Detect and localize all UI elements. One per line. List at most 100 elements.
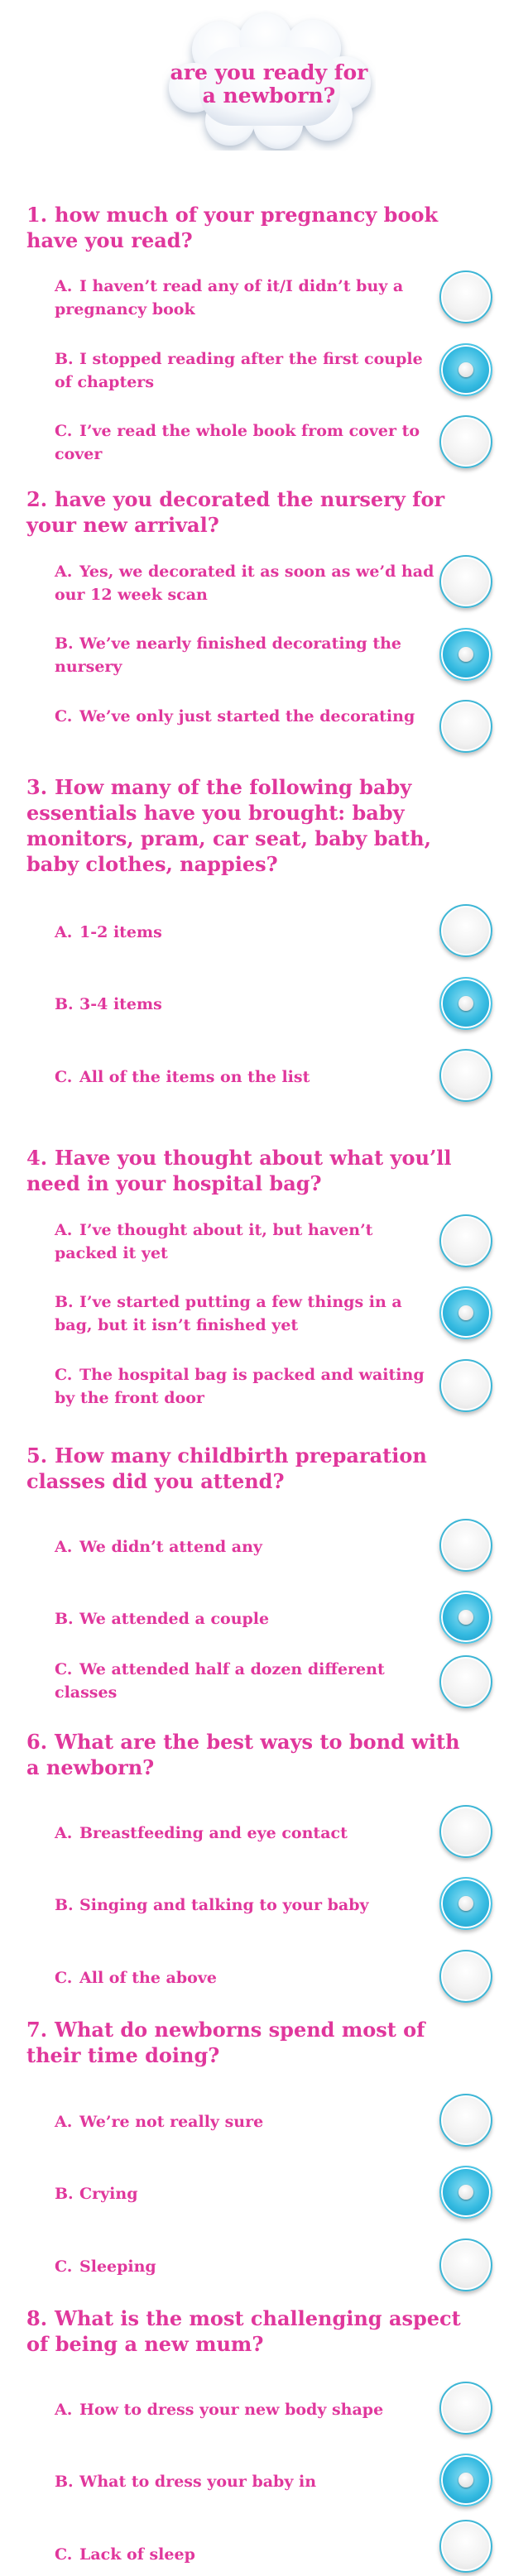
option-2c[interactable]: C. We’ve only just started the decorating bbox=[55, 705, 435, 728]
radio-button-7a[interactable] bbox=[439, 2094, 492, 2147]
option-text: I’ve read the whole book from cover to c… bbox=[55, 422, 420, 463]
question-8: 8. What is the most challenging aspect of… bbox=[26, 2305, 473, 2357]
radio-button-8b[interactable] bbox=[439, 2454, 492, 2507]
option-2b[interactable]: B. We’ve nearly finished decorating the n… bbox=[55, 632, 435, 678]
radio-button-3b[interactable] bbox=[439, 977, 492, 1030]
option-letter: B. bbox=[55, 2473, 74, 2491]
option-text: Breastfeeding and eye contact bbox=[79, 1824, 348, 1842]
option-5a[interactable]: A. We didn’t attend any bbox=[55, 1535, 435, 1559]
option-1a[interactable]: A. I haven’t read any of it/I didn’t buy … bbox=[55, 275, 435, 321]
option-letter: C. bbox=[55, 1068, 73, 1086]
option-text: I haven’t read any of it/I didn’t buy a … bbox=[55, 277, 404, 318]
question-number: 6. bbox=[26, 1730, 48, 1754]
option-3a[interactable]: A. 1-2 items bbox=[55, 921, 435, 944]
option-8c[interactable]: C. Lack of sleep bbox=[55, 2543, 435, 2566]
question-number: 7. bbox=[26, 2018, 48, 2042]
question-number: 2. bbox=[26, 487, 48, 511]
question-text: What do newborns spend most of their tim… bbox=[26, 2018, 425, 2067]
option-letter: B. bbox=[55, 634, 74, 653]
option-8b[interactable]: B. What to dress your baby in bbox=[55, 2470, 435, 2493]
radio-button-1a[interactable] bbox=[439, 271, 492, 323]
radio-button-4b[interactable] bbox=[439, 1286, 492, 1339]
option-text: We attended a couple bbox=[79, 1610, 270, 1628]
option-text: What to dress your baby in bbox=[79, 2473, 317, 2491]
option-text: Crying bbox=[79, 2185, 138, 2203]
option-letter: C. bbox=[55, 1969, 73, 1987]
option-letter: A. bbox=[55, 277, 73, 295]
question-number: 5. bbox=[26, 1444, 48, 1468]
question-text: How many of the following baby essential… bbox=[26, 775, 431, 876]
option-letter: B. bbox=[55, 350, 74, 368]
question-number: 3. bbox=[26, 775, 48, 799]
option-text: All of the items on the list bbox=[79, 1068, 310, 1086]
radio-button-6c[interactable] bbox=[439, 1950, 492, 2003]
option-3b[interactable]: B. 3-4 items bbox=[55, 993, 435, 1016]
title-cloud: are you ready for a newborn? bbox=[162, 10, 376, 151]
option-letter: A. bbox=[55, 563, 73, 581]
radio-button-7c[interactable] bbox=[439, 2238, 492, 2291]
radio-button-3a[interactable] bbox=[439, 904, 492, 957]
radio-button-4c[interactable] bbox=[439, 1359, 492, 1412]
option-8a[interactable]: A. How to dress your new body shape bbox=[55, 2398, 435, 2421]
option-1b[interactable]: B. I stopped reading after the first coup… bbox=[55, 347, 435, 394]
radio-button-7b[interactable] bbox=[439, 2166, 492, 2219]
radio-button-8c[interactable] bbox=[439, 2520, 492, 2573]
option-5c[interactable]: C. We attended half a dozen different cla… bbox=[55, 1658, 435, 1704]
option-1c[interactable]: C. I’ve read the whole book from cover to… bbox=[55, 419, 435, 466]
option-2a[interactable]: A. Yes, we decorated it as soon as we’d h… bbox=[55, 560, 435, 606]
option-3c[interactable]: C. All of the items on the list bbox=[55, 1065, 435, 1089]
question-text: How many childbirth preparation classes … bbox=[26, 1444, 427, 1493]
question-2: 2. have you decorated the nursery for you… bbox=[26, 486, 473, 538]
option-6b[interactable]: B. Singing and talking to your baby bbox=[55, 1894, 435, 1917]
question-text: have you decorated the nursery for your … bbox=[26, 487, 445, 537]
option-6a[interactable]: A. Breastfeeding and eye contact bbox=[55, 1822, 435, 1845]
option-letter: C. bbox=[55, 707, 73, 725]
option-text: We’re not really sure bbox=[79, 2113, 264, 2131]
option-text: 3-4 items bbox=[79, 995, 162, 1013]
radio-button-6a[interactable] bbox=[439, 1805, 492, 1858]
option-letter: C. bbox=[55, 2545, 73, 2564]
question-1: 1. how much of your pregnancy book have y… bbox=[26, 202, 473, 253]
option-letter: A. bbox=[55, 2113, 73, 2131]
question-text: What is the most challenging aspect of b… bbox=[26, 2306, 461, 2356]
question-text: Have you thought about what you’ll need … bbox=[26, 1146, 452, 1195]
option-letter: C. bbox=[55, 1660, 73, 1678]
radio-button-3c[interactable] bbox=[439, 1049, 492, 1102]
question-number: 8. bbox=[26, 2306, 48, 2330]
option-7a[interactable]: A. We’re not really sure bbox=[55, 2110, 435, 2133]
option-letter: B. bbox=[55, 995, 74, 1013]
radio-button-2b[interactable] bbox=[439, 628, 492, 681]
option-letter: B. bbox=[55, 2185, 74, 2203]
question-6: 6. What are the best ways to bond with a … bbox=[26, 1729, 473, 1780]
option-7b[interactable]: B. Crying bbox=[55, 2182, 435, 2205]
radio-button-5a[interactable] bbox=[439, 1519, 492, 1572]
question-4: 4. Have you thought about what you’ll nee… bbox=[26, 1145, 473, 1196]
question-text: how much of your pregnancy book have you… bbox=[26, 203, 439, 252]
radio-button-2c[interactable] bbox=[439, 700, 492, 753]
radio-button-5b[interactable] bbox=[439, 1591, 492, 1644]
radio-button-8a[interactable] bbox=[439, 2382, 492, 2435]
option-text: Lack of sleep bbox=[79, 2545, 195, 2564]
option-4c[interactable]: C. The hospital bag is packed and waiting… bbox=[55, 1363, 435, 1410]
question-number: 1. bbox=[26, 203, 48, 227]
option-7c[interactable]: C. Sleeping bbox=[55, 2255, 435, 2278]
option-letter: A. bbox=[55, 1538, 73, 1556]
option-letter: A. bbox=[55, 2401, 73, 2419]
option-text: All of the above bbox=[79, 1969, 217, 1987]
radio-button-5c[interactable] bbox=[439, 1655, 492, 1708]
page-title: are you ready for a newborn? bbox=[170, 60, 368, 108]
option-text: Singing and talking to your baby bbox=[79, 1896, 369, 1914]
radio-button-6b[interactable] bbox=[439, 1877, 492, 1930]
option-5b[interactable]: B. We attended a couple bbox=[55, 1607, 435, 1630]
option-4a[interactable]: A. I’ve thought about it, but haven’t pac… bbox=[55, 1219, 435, 1265]
option-text: How to dress your new body shape bbox=[79, 2401, 384, 2419]
option-6c[interactable]: C. All of the above bbox=[55, 1966, 435, 1989]
option-text: We’ve only just started the decorating bbox=[79, 707, 415, 725]
option-letter: A. bbox=[55, 1221, 73, 1239]
radio-button-4a[interactable] bbox=[439, 1214, 492, 1267]
radio-button-2a[interactable] bbox=[439, 555, 492, 608]
option-4b[interactable]: B. I’ve started putting a few things in a… bbox=[55, 1290, 435, 1337]
question-5: 5. How many childbirth preparation classe… bbox=[26, 1443, 473, 1494]
radio-button-1c[interactable] bbox=[439, 415, 492, 468]
radio-button-1b[interactable] bbox=[439, 343, 492, 396]
